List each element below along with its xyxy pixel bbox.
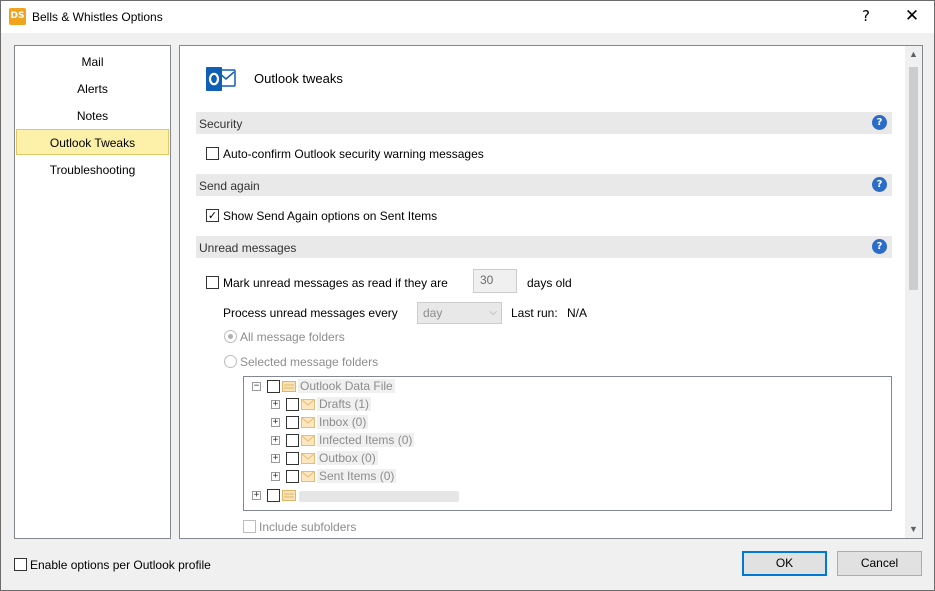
nav-item-mail[interactable]: Mail (16, 49, 169, 75)
close-button[interactable]: ✕ (890, 1, 934, 32)
show-send-again-checkbox[interactable]: ✓ (206, 209, 219, 222)
expand-icon[interactable]: + (252, 491, 261, 500)
tree-checkbox[interactable] (286, 470, 299, 483)
envelope-icon (301, 399, 315, 410)
envelope-icon (301, 435, 315, 446)
last-run-label: Last run: (511, 306, 558, 320)
collapse-icon[interactable]: − (252, 382, 261, 391)
vertical-scrollbar[interactable]: ▲ ▼ (905, 46, 922, 538)
data-file-icon (282, 490, 296, 501)
app-logo-icon: DS (9, 8, 26, 25)
options-window: DS Bells & Whistles Options ? ✕ Mail Ale… (0, 0, 935, 591)
all-folders-label: All message folders (240, 330, 345, 344)
tree-label: Drafts (1) (317, 397, 372, 411)
options-nav: Mail Alerts Notes Outlook Tweaks Trouble… (14, 45, 171, 539)
page-title: Outlook tweaks (254, 71, 343, 86)
per-profile-label: Enable options per Outlook profile (30, 558, 211, 572)
tree-label: Outbox (0) (317, 451, 378, 465)
tree-checkbox[interactable] (286, 452, 299, 465)
tree-label: Infected Items (0) (317, 433, 415, 447)
section-send-again-title: Send again (199, 179, 260, 193)
scroll-thumb[interactable] (909, 67, 918, 290)
section-unread: Unread messages ? (196, 236, 892, 258)
tree-label: Outlook Data File (298, 379, 395, 393)
per-profile-checkbox[interactable] (14, 558, 27, 571)
chevron-down-icon: ⌵ (489, 307, 497, 318)
expand-icon[interactable]: + (271, 418, 280, 427)
envelope-icon (301, 417, 315, 428)
tree-checkbox[interactable] (267, 380, 280, 393)
show-send-again-label: Show Send Again options on Sent Items (223, 209, 438, 223)
title-bar: DS Bells & Whistles Options ? ✕ (1, 1, 934, 33)
process-interval-value: day (423, 306, 443, 320)
mark-read-checkbox[interactable] (206, 276, 219, 289)
nav-item-troubleshooting[interactable]: Troubleshooting (16, 157, 169, 183)
ok-button[interactable]: OK (742, 551, 827, 576)
help-button[interactable]: ? (844, 1, 888, 32)
outlook-icon (206, 67, 236, 91)
security-help-icon[interactable]: ? (872, 115, 887, 130)
envelope-icon (301, 471, 315, 482)
tree-checkbox[interactable] (286, 416, 299, 429)
tree-checkbox[interactable] (286, 434, 299, 447)
include-subfolders-label: Include subfolders (259, 520, 357, 534)
process-label: Process unread messages every (223, 306, 398, 320)
expand-icon[interactable]: + (271, 454, 280, 463)
envelope-icon (301, 453, 315, 464)
expand-icon[interactable]: + (271, 400, 280, 409)
scroll-down-icon[interactable]: ▼ (905, 521, 922, 538)
tree-checkbox[interactable] (286, 398, 299, 411)
section-send-again: Send again ? (196, 174, 892, 196)
auto-confirm-checkbox[interactable] (206, 147, 219, 160)
folder-tree[interactable]: − Outlook Data File + Drafts (1) + Inbox… (243, 376, 892, 511)
expand-icon[interactable]: + (271, 472, 280, 481)
section-security-title: Security (199, 117, 243, 131)
expand-icon[interactable]: + (271, 436, 280, 445)
tree-label: Inbox (0) (317, 415, 369, 429)
selected-folders-label: Selected message folders (240, 355, 379, 369)
cancel-button[interactable]: Cancel (837, 551, 922, 576)
data-file-icon (282, 381, 296, 392)
days-suffix-label: days old (527, 276, 572, 290)
nav-item-alerts[interactable]: Alerts (16, 76, 169, 102)
section-unread-title: Unread messages (199, 241, 297, 255)
nav-item-notes[interactable]: Notes (16, 103, 169, 129)
auto-confirm-label: Auto-confirm Outlook security warning me… (223, 147, 484, 161)
send-again-help-icon[interactable]: ? (872, 177, 887, 192)
process-interval-select[interactable]: day ⌵ (417, 302, 502, 324)
selected-folders-radio[interactable] (224, 355, 237, 368)
unread-help-icon[interactable]: ? (872, 239, 887, 254)
all-folders-radio[interactable] (224, 330, 237, 343)
include-subfolders-checkbox[interactable] (243, 520, 256, 533)
mark-read-label: Mark unread messages as read if they are (223, 276, 448, 290)
tree-checkbox[interactable] (267, 489, 280, 502)
last-run-value: N/A (567, 306, 588, 320)
window-title: Bells & Whistles Options (32, 10, 163, 24)
scroll-up-icon[interactable]: ▲ (905, 46, 922, 63)
tree-label: Sent Items (0) (317, 469, 397, 483)
nav-item-outlook-tweaks[interactable]: Outlook Tweaks (16, 129, 169, 155)
section-security: Security ? (196, 112, 892, 134)
content-panel: Outlook tweaks Security ? Auto-confirm O… (179, 45, 923, 539)
redacted-label (299, 491, 459, 502)
days-input[interactable]: 30 (473, 269, 517, 293)
